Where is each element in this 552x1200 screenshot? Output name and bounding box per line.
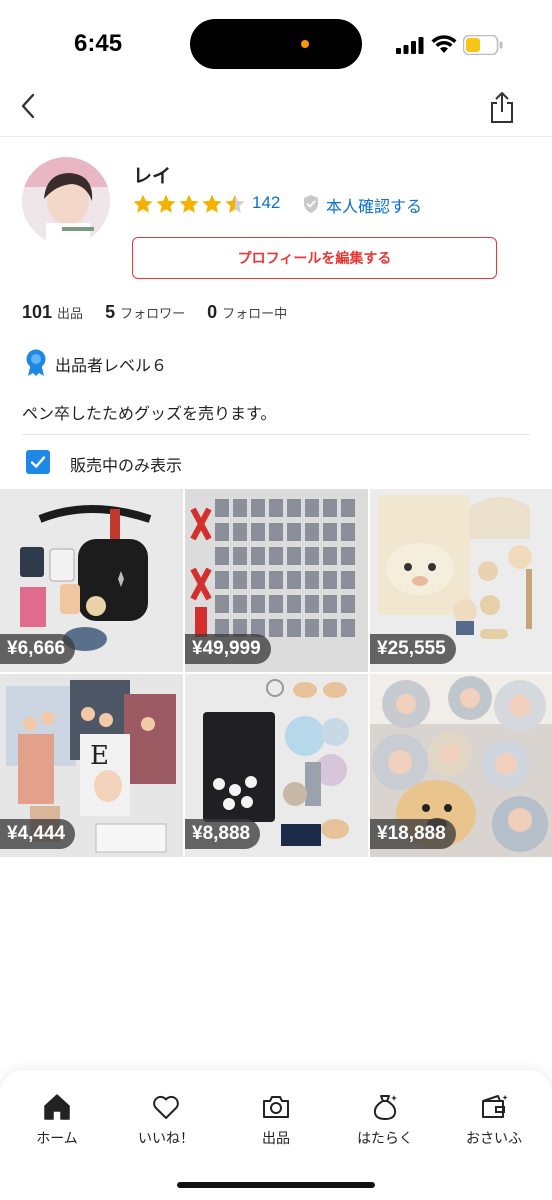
- following-label[interactable]: フォロー中: [222, 303, 287, 322]
- shield-check-icon: [304, 195, 318, 213]
- price-tag: ¥25,555: [370, 634, 456, 664]
- listings-label[interactable]: 出品: [57, 303, 83, 322]
- camera-icon: [263, 1096, 289, 1118]
- on-sale-only-checkbox[interactable]: [26, 450, 50, 474]
- followers-count[interactable]: 5: [105, 302, 115, 323]
- tab-label: 出品: [262, 1131, 290, 1147]
- star-full-icon: [202, 194, 222, 213]
- tab-sell[interactable]: 出品: [226, 1092, 326, 1152]
- item-card[interactable]: ¥49,999: [185, 489, 368, 672]
- profile-bio: ペン卒したためグッズを売ります。: [22, 404, 277, 423]
- edit-profile-button[interactable]: プロフィールを編集する: [132, 237, 497, 279]
- privacy-indicator-dot: [301, 40, 309, 48]
- star-full-icon: [133, 194, 153, 213]
- price-tag: ¥18,888: [370, 819, 456, 849]
- price-tag: ¥8,888: [185, 819, 261, 849]
- identity-verify-link[interactable]: 本人確認する: [326, 193, 422, 217]
- wifi-icon: [431, 35, 457, 53]
- profile-stats: 101 出品 5 フォロワー 0 フォロー中: [22, 302, 309, 326]
- following-count[interactable]: 0: [207, 302, 217, 323]
- item-card[interactable]: E ¥4,444: [0, 674, 183, 857]
- followers-label[interactable]: フォロワー: [120, 303, 185, 322]
- cellular-signal-icon: [396, 37, 424, 54]
- tab-wallet[interactable]: おさいふ: [444, 1092, 544, 1152]
- tab-work[interactable]: はたらく: [335, 1092, 435, 1152]
- review-count-link[interactable]: 142: [252, 193, 280, 213]
- on-sale-only-label[interactable]: 販売中のみ表示: [70, 452, 182, 476]
- home-icon: [44, 1094, 70, 1120]
- back-chevron-icon[interactable]: [14, 90, 42, 122]
- price-tag: ¥49,999: [185, 634, 271, 664]
- rating-stars: [132, 193, 246, 215]
- item-card[interactable]: ¥25,555: [370, 489, 552, 672]
- share-icon[interactable]: [487, 90, 517, 124]
- star-full-icon: [179, 194, 199, 213]
- item-card[interactable]: ¥6,666: [0, 489, 183, 672]
- seller-level-text[interactable]: 出品者レベル６: [55, 352, 167, 376]
- username: レイ: [133, 165, 172, 187]
- star-half-icon: [225, 194, 245, 213]
- svg-text:E: E: [90, 741, 109, 771]
- money-bag-icon: [373, 1095, 397, 1120]
- tab-label: はたらく: [357, 1131, 413, 1147]
- avatar[interactable]: [22, 157, 110, 245]
- star-full-icon: [156, 194, 176, 213]
- home-indicator: [177, 1182, 375, 1188]
- tab-label: ホーム: [36, 1131, 78, 1147]
- listings-count[interactable]: 101: [22, 302, 52, 323]
- status-time: 6:45: [74, 30, 123, 57]
- price-tag: ¥4,444: [0, 819, 76, 849]
- checkmark-icon: [30, 456, 46, 468]
- tab-home[interactable]: ホーム: [7, 1092, 107, 1152]
- bottom-tab-bar: ホーム いいね！ 出品 はたらく おさいふ: [0, 1070, 552, 1200]
- price-tag: ¥6,666: [0, 634, 76, 664]
- battery-icon: [463, 35, 503, 55]
- seller-level-badge-icon: [26, 349, 46, 376]
- dynamic-island: [190, 19, 362, 69]
- item-card[interactable]: ¥18,888: [370, 674, 552, 857]
- status-bar: 6:45: [0, 0, 552, 80]
- tab-label: おさいふ: [466, 1131, 522, 1147]
- tab-likes[interactable]: いいね！: [116, 1092, 216, 1152]
- tab-label: いいね！: [138, 1131, 194, 1147]
- wallet-icon: [482, 1095, 508, 1118]
- item-grid: ¥6,666 ¥49,999 ¥25,555 E ¥4,444 ¥8,888 ¥…: [0, 489, 552, 857]
- divider: [22, 434, 530, 435]
- nav-bar: [0, 80, 552, 137]
- item-card[interactable]: ¥8,888: [185, 674, 368, 857]
- heart-icon: [153, 1095, 179, 1119]
